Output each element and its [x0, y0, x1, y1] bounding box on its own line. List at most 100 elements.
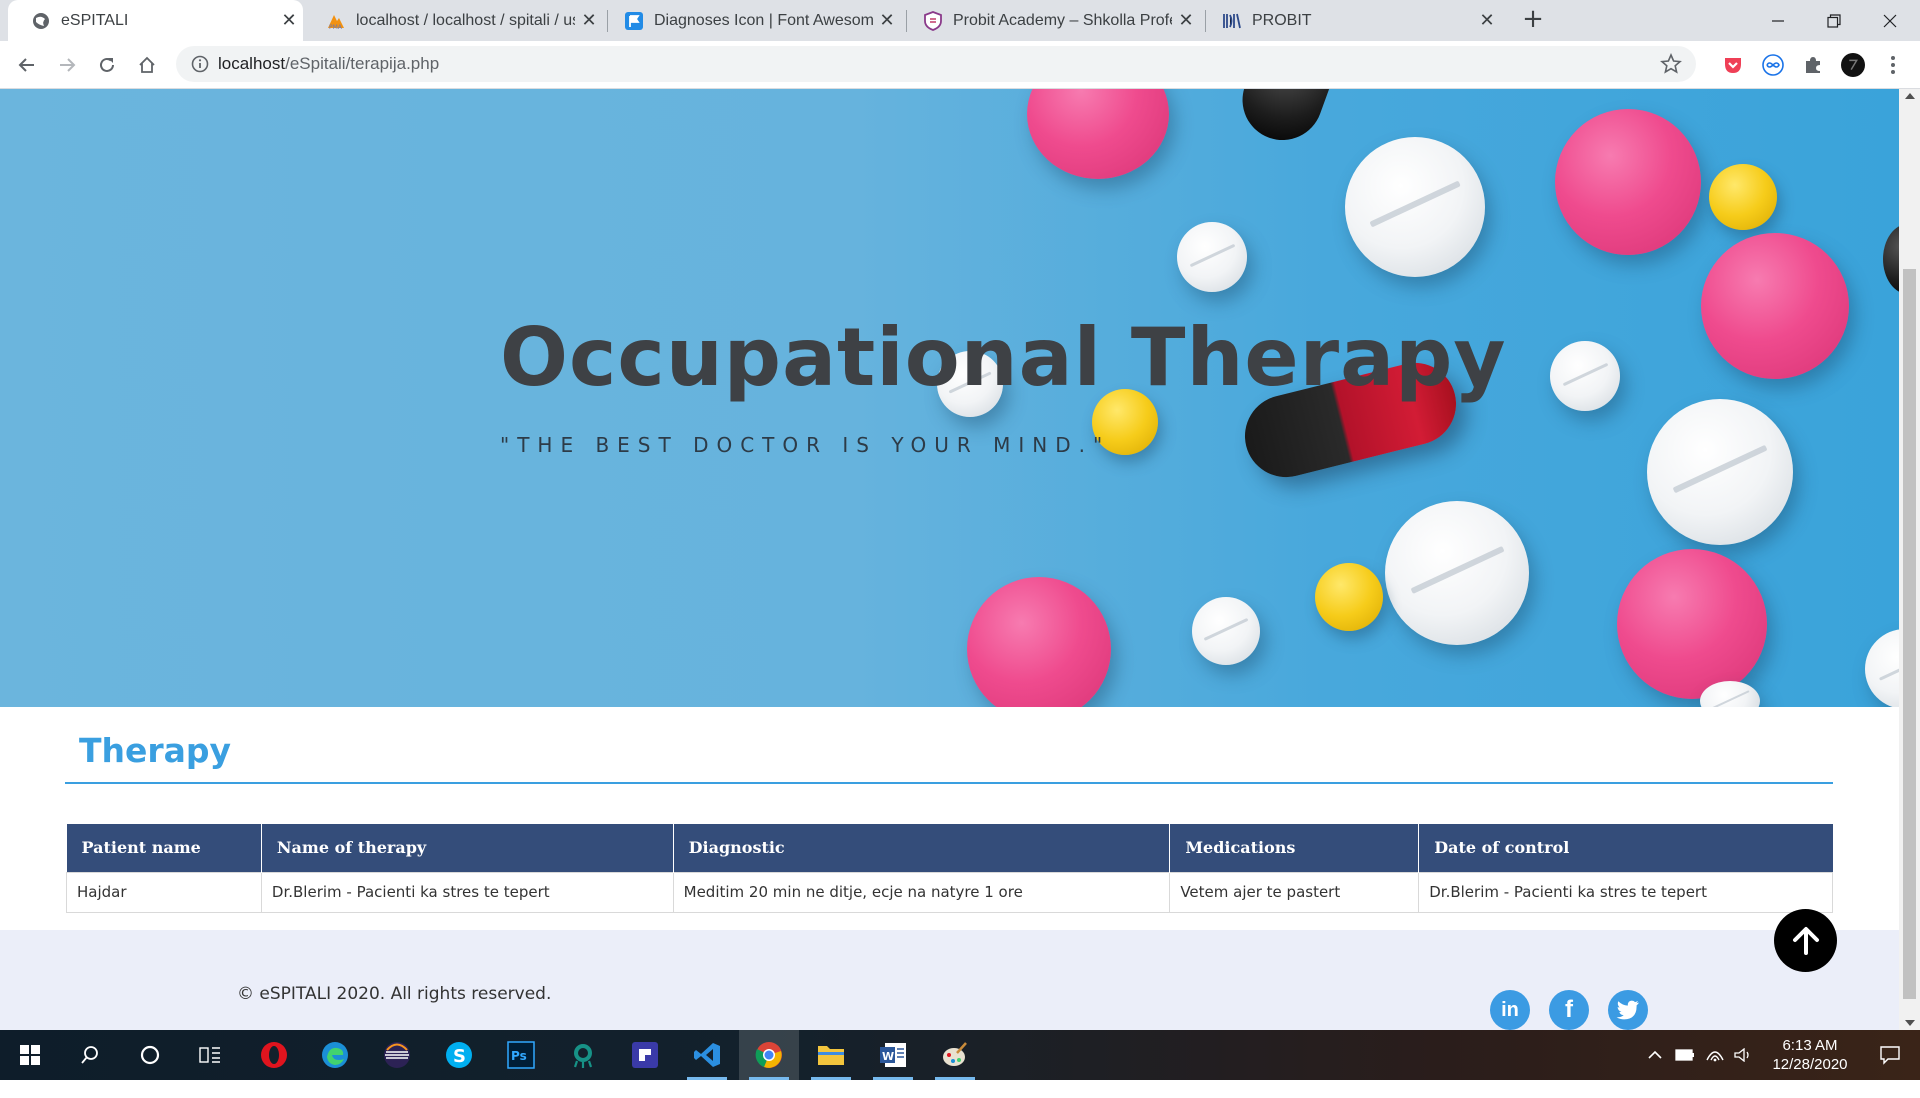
screen-bottom-strip [0, 1080, 1920, 1098]
column-header: Date of control [1418, 824, 1833, 872]
flag-icon [624, 11, 644, 31]
tab-title: localhost / localhost / spitali / us [356, 11, 575, 29]
pocket-icon[interactable] [1721, 53, 1745, 77]
browser-menu-icon[interactable] [1881, 53, 1905, 77]
close-tab-icon[interactable]: ✕ [873, 10, 901, 31]
vscode-icon[interactable] [677, 1030, 737, 1080]
pill-image [1555, 109, 1701, 255]
globe-icon [31, 11, 51, 31]
close-tab-icon[interactable]: ✕ [1172, 10, 1200, 31]
table-cell: Dr.Blerim - Pacienti ka stres te tepert [1418, 871, 1833, 913]
tab-title: Probit Academy – Shkolla Profes [953, 11, 1172, 29]
tab-probit[interactable]: PROBIT ✕ [1199, 0, 1501, 41]
page-viewport: Occupational Therapy "THE BEST DOCTOR IS… [0, 89, 1899, 1030]
paint-icon[interactable] [925, 1030, 985, 1080]
reload-icon[interactable] [91, 49, 123, 81]
hero-quote: "THE BEST DOCTOR IS YOUR MIND." [500, 433, 1111, 457]
pill-image [1315, 563, 1383, 631]
facebook-glyph: f [1565, 996, 1573, 1023]
hero-banner: Occupational Therapy "THE BEST DOCTOR IS… [0, 89, 1899, 707]
restore-window-icon[interactable] [1806, 0, 1862, 41]
show-hidden-icons-icon[interactable] [1640, 1030, 1670, 1080]
taskbar-clock[interactable]: 6:13 AM 12/28/2020 [1760, 1036, 1860, 1074]
pill-image [1027, 89, 1169, 179]
twitter-icon[interactable] [1608, 990, 1648, 1030]
volume-icon[interactable] [1728, 1030, 1758, 1080]
tab-espitali[interactable]: eSPITALI ✕ [8, 0, 303, 41]
task-view-icon[interactable] [180, 1030, 240, 1080]
linkedin-icon[interactable]: in [1490, 990, 1530, 1030]
close-tab-icon[interactable]: ✕ [275, 10, 303, 31]
bookmark-star-icon[interactable] [1660, 52, 1682, 75]
word-icon[interactable]: W [863, 1030, 923, 1080]
edge-icon[interactable] [305, 1030, 365, 1080]
minimize-window-icon[interactable] [1750, 0, 1806, 41]
opera-icon[interactable] [244, 1030, 304, 1080]
page-footer: © eSPITALI 2020. All rights reserved. in… [0, 930, 1899, 1030]
pill-image [1231, 89, 1345, 152]
pill-image [1701, 233, 1849, 379]
facebook-icon[interactable]: f [1549, 990, 1589, 1030]
table-cell: Vetem ajer te pastert [1169, 871, 1420, 913]
site-info-icon[interactable] [190, 54, 210, 74]
home-icon[interactable] [131, 49, 163, 81]
new-tab-button[interactable]: + [1519, 6, 1547, 34]
profile-avatar[interactable] [1841, 53, 1865, 77]
column-header: Name of therapy [261, 824, 674, 872]
pill-image [967, 577, 1111, 707]
browser-tabstrip: eSPITALI ✕ PMA localhost / localhost / s… [0, 0, 1920, 41]
scroll-thumb[interactable] [1903, 269, 1916, 999]
page-scrollbar[interactable] [1899, 89, 1920, 1030]
section-title: Therapy [79, 731, 232, 770]
column-header: Diagnostic [673, 824, 1171, 872]
shield-icon [923, 10, 943, 31]
address-bar[interactable]: localhost/eSpitali/terapija.php [176, 46, 1696, 82]
pill-image [1177, 222, 1247, 292]
probit-icon [1222, 11, 1242, 31]
section-divider [65, 782, 1833, 784]
clock-date: 12/28/2020 [1772, 1056, 1848, 1073]
close-tab-icon[interactable]: ✕ [575, 10, 603, 31]
notifications-icon[interactable] [1860, 1030, 1920, 1080]
skype-icon[interactable]: S [429, 1030, 489, 1080]
gitkraken-icon[interactable] [553, 1030, 613, 1080]
windows-start-icon[interactable] [0, 1030, 60, 1080]
svg-text:S: S [453, 1046, 466, 1067]
scroll-up-icon[interactable] [1905, 93, 1915, 99]
file-explorer-icon[interactable] [801, 1030, 861, 1080]
linkedin-glyph: in [1501, 998, 1519, 1021]
tab-title: PROBIT [1252, 11, 1312, 29]
table-cell: Meditim 20 min ne ditje, ecje na natyre … [672, 871, 1171, 913]
svg-text:W: W [882, 1050, 894, 1063]
chrome-icon[interactable] [739, 1030, 799, 1080]
pill-image [1709, 164, 1777, 230]
table-cell: Dr.Blerim - Pacienti ka stres te tepert [260, 871, 674, 913]
tab-font-awesome[interactable]: Diagnoses Icon | Font Awesome ✕ [601, 0, 901, 41]
table-header-row: Patient name Name of therapy Diagnostic … [66, 824, 1833, 872]
tab-phpmyadmin[interactable]: PMA localhost / localhost / spitali / us… [303, 0, 603, 41]
pill-image [1385, 501, 1529, 645]
infinity-extension-icon[interactable] [1761, 53, 1785, 77]
eclipse-icon[interactable] [367, 1030, 427, 1080]
forward-icon[interactable] [51, 49, 83, 81]
photoshop-icon[interactable]: Ps [491, 1030, 551, 1080]
pill-image [1345, 137, 1485, 277]
search-icon[interactable] [60, 1030, 120, 1080]
pill-image [1550, 341, 1620, 411]
url-host: localhost [218, 54, 286, 73]
close-tab-icon[interactable]: ✕ [1473, 10, 1501, 31]
pill-image [1617, 549, 1767, 699]
extensions-puzzle-icon[interactable] [1801, 53, 1825, 77]
tab-title: Diagnoses Icon | Font Awesome [654, 11, 873, 29]
back-icon[interactable] [11, 49, 43, 81]
tab-probit-academy[interactable]: Probit Academy – Shkolla Profes ✕ [900, 0, 1200, 41]
close-window-icon[interactable] [1862, 0, 1918, 41]
arrow-up-icon [1792, 926, 1819, 955]
wifi-icon[interactable] [1700, 1030, 1730, 1080]
copyright-text: © eSPITALI 2020. All rights reserved. [237, 984, 552, 1004]
app-icon[interactable] [615, 1030, 675, 1080]
cortana-icon[interactable] [120, 1030, 180, 1080]
back-to-top-button[interactable] [1774, 909, 1837, 972]
scroll-down-icon[interactable] [1905, 1020, 1915, 1026]
battery-icon[interactable] [1670, 1030, 1700, 1080]
